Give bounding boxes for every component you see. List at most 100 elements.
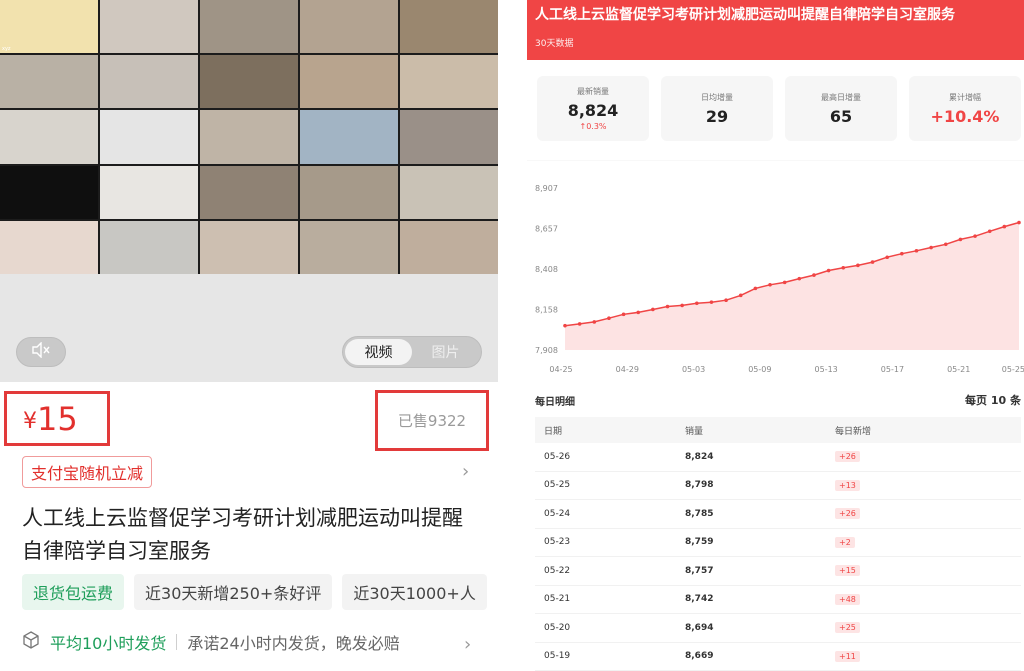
video-tile bbox=[100, 55, 198, 109]
data-point[interactable] bbox=[592, 320, 597, 324]
data-point[interactable] bbox=[1017, 220, 1021, 225]
video-tile bbox=[200, 110, 298, 164]
data-point[interactable] bbox=[973, 234, 977, 238]
data-point[interactable] bbox=[943, 242, 948, 247]
video-tile bbox=[300, 55, 398, 109]
product-video[interactable]: xyz 视频 图片 bbox=[0, 0, 498, 382]
data-point[interactable] bbox=[856, 263, 860, 268]
video-tile bbox=[400, 55, 498, 109]
data-point[interactable] bbox=[651, 307, 655, 312]
data-point[interactable] bbox=[870, 260, 875, 264]
data-point[interactable] bbox=[885, 255, 889, 260]
price: ¥ 15 bbox=[4, 391, 110, 446]
video-tile bbox=[0, 220, 98, 274]
chevron-right-icon[interactable]: › bbox=[464, 634, 471, 655]
screenshot-root: xyz 视频 图片 ¥ 15 已售9322 支付宝随机立减 › 人工线上云监督促… bbox=[0, 0, 1024, 671]
data-point[interactable] bbox=[695, 301, 699, 306]
video-tile bbox=[100, 165, 198, 219]
increase-badge: +15 bbox=[835, 565, 860, 577]
data-point[interactable] bbox=[812, 273, 816, 277]
x-tick-label: 05-17 bbox=[881, 365, 904, 374]
table-row: 05-20 8,694 +25 bbox=[535, 614, 1021, 643]
speaker-muted-icon bbox=[31, 341, 51, 362]
table-row: 05-23 8,759 +2 bbox=[535, 529, 1021, 557]
data-banner: 人工线上云监督促学习考研计划减肥运动叫提醒自律陪学自习室服务 30天数据 bbox=[527, 0, 1024, 60]
increase-badge: +26 bbox=[835, 451, 860, 463]
data-point[interactable] bbox=[753, 286, 758, 291]
y-tick-label: 8,907 bbox=[535, 184, 558, 193]
chevron-right-icon[interactable]: › bbox=[462, 461, 469, 482]
kpi-label: 最高日增量 bbox=[821, 92, 861, 102]
data-point[interactable] bbox=[782, 280, 787, 285]
x-tick-label: 05-21 bbox=[947, 365, 970, 374]
cell-sales: 8,785 bbox=[685, 508, 714, 519]
data-point[interactable] bbox=[987, 229, 992, 234]
cell-new: +2 bbox=[835, 536, 1021, 548]
data-point[interactable] bbox=[914, 248, 919, 253]
kpi-cumulative-growth: 累计增幅 +10.4% bbox=[909, 76, 1021, 141]
banner-subtitle: 30天数据 bbox=[535, 39, 574, 49]
data-point[interactable] bbox=[1002, 224, 1007, 229]
tab-image[interactable]: 图片 bbox=[412, 339, 479, 365]
cell-date: 05-26 bbox=[544, 451, 571, 462]
tag-free-return[interactable]: 退货包运费 bbox=[22, 574, 125, 610]
mute-button[interactable] bbox=[16, 337, 66, 367]
tab-video[interactable]: 视频 bbox=[345, 339, 412, 365]
video-grid: xyz bbox=[0, 0, 498, 274]
product-title-line: 人工线上云监督促学习考研计划减肥运动叫提醒 bbox=[22, 506, 463, 530]
tag-good-reviews[interactable]: 近30天新增250+条好评 bbox=[134, 574, 333, 610]
x-tick-label: 05-09 bbox=[748, 365, 771, 374]
data-point[interactable] bbox=[665, 304, 670, 309]
video-tile-label: xyz bbox=[2, 46, 11, 53]
shipping-row[interactable]: 平均10小时发货 承诺24小时内发货，晚发必赔 bbox=[22, 630, 400, 654]
y-axis: 8,907 8,657 8,408 8,158 7,908 bbox=[535, 184, 558, 355]
increase-badge: +26 bbox=[835, 508, 860, 520]
table-body: 05-26 8,824 +26 05-25 8,798 +13 05-24 8,785 +26 0… bbox=[535, 443, 1021, 671]
kpi-label: 累计增幅 bbox=[949, 92, 981, 102]
table-row: 05-21 8,742 +48 bbox=[535, 586, 1021, 614]
daily-table: 日期 销量 每日新增 05-26 8,824 +26 05-25 8,798 +13 05-… bbox=[535, 417, 1021, 671]
cell-new: +15 bbox=[835, 565, 1021, 577]
tag-buyers[interactable]: 近30天1000+人 bbox=[342, 574, 487, 610]
data-point[interactable] bbox=[768, 283, 772, 287]
video-tile bbox=[0, 110, 98, 164]
data-point[interactable] bbox=[958, 237, 963, 242]
price-currency: ¥ bbox=[23, 409, 37, 434]
video-tile bbox=[400, 110, 498, 164]
data-point[interactable] bbox=[680, 303, 684, 308]
cell-date: 05-24 bbox=[544, 508, 571, 519]
kpi-label: 最新销量 bbox=[577, 87, 609, 96]
table-row: 05-24 8,785 +26 bbox=[535, 500, 1021, 529]
data-point[interactable] bbox=[826, 268, 831, 273]
data-point[interactable] bbox=[621, 312, 626, 317]
data-point[interactable] bbox=[709, 300, 714, 304]
coupon-badge[interactable]: 支付宝随机立减 bbox=[22, 456, 153, 488]
daily-header: 每日明细 每页 10 条 bbox=[535, 392, 1021, 408]
data-point[interactable] bbox=[563, 323, 567, 328]
cell-sales: 8,798 bbox=[685, 480, 714, 491]
data-point[interactable] bbox=[724, 298, 728, 303]
cell-sales: 8,742 bbox=[685, 594, 714, 605]
data-point[interactable] bbox=[607, 316, 611, 321]
product-title-line: 自律陪学自习室服务 bbox=[22, 539, 211, 563]
cell-sales: 8,757 bbox=[685, 565, 714, 576]
data-point[interactable] bbox=[929, 245, 933, 250]
data-point[interactable] bbox=[577, 322, 582, 326]
banner-title: 人工线上云监督促学习考研计划减肥运动叫提醒自律陪学自习室服务 bbox=[535, 7, 955, 23]
data-point[interactable] bbox=[841, 265, 846, 270]
data-point[interactable] bbox=[636, 310, 641, 315]
data-point[interactable] bbox=[797, 276, 802, 281]
data-point[interactable] bbox=[738, 293, 743, 298]
shipping-promise: 承诺24小时内发货，晚发必赔 bbox=[187, 634, 400, 653]
cell-sales: 8,759 bbox=[685, 537, 714, 548]
cell-date: 05-22 bbox=[544, 565, 571, 576]
cell-date: 05-20 bbox=[544, 622, 571, 633]
increase-badge: +2 bbox=[835, 536, 855, 548]
data-point[interactable] bbox=[900, 251, 904, 256]
page-size-selector[interactable]: 每页 10 条 bbox=[965, 392, 1021, 408]
cell-sales: 8,669 bbox=[685, 651, 714, 662]
video-tile bbox=[300, 220, 398, 274]
video-tile bbox=[200, 0, 298, 54]
cell-new: +25 bbox=[835, 622, 1021, 634]
x-tick-label: 05-03 bbox=[682, 365, 705, 374]
